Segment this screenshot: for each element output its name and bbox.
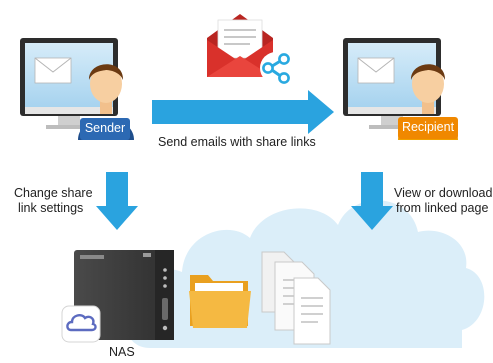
diagram-canvas: [20, 14, 485, 348]
sender-badge: Sender: [84, 121, 126, 135]
change-settings-arrow: [96, 172, 138, 230]
send-arrow: [152, 90, 334, 134]
cloud-app-icon: [61, 305, 101, 343]
change-label-line1: Change share: [14, 186, 93, 200]
view-label: View or download from linked page: [394, 186, 492, 216]
nas-label: NAS: [109, 345, 135, 359]
change-label-line2: link settings: [18, 201, 84, 215]
change-label: Change share link settings: [14, 186, 93, 216]
share-icon: [260, 52, 292, 84]
view-label-line2: from linked page: [396, 201, 489, 215]
folder-icon: [189, 275, 251, 328]
view-label-line1: View or download: [394, 186, 493, 200]
recipient-badge: Recipient: [401, 120, 455, 134]
share-link-diagram: Sender Recipient Send emails with share …: [0, 0, 493, 363]
send-label: Send emails with share links: [158, 135, 316, 149]
